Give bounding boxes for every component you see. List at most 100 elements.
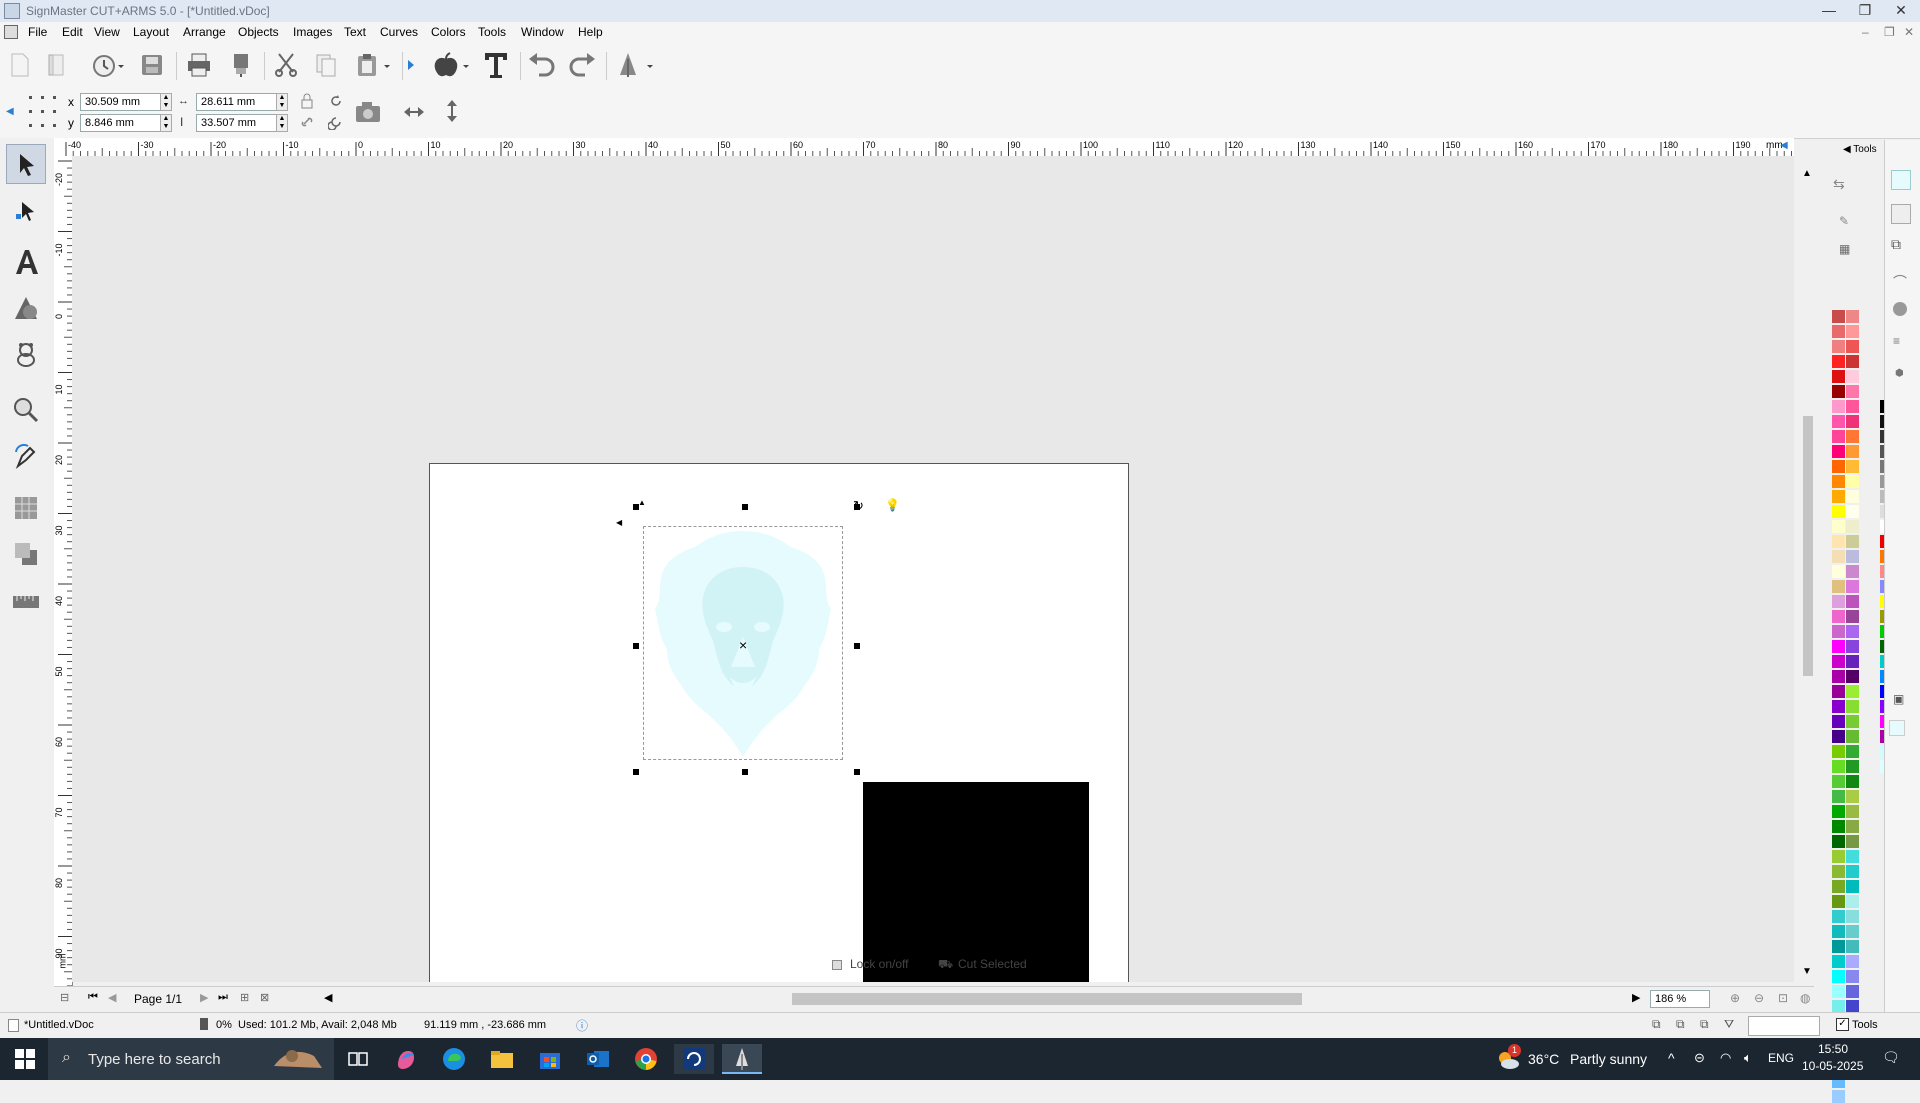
delete-page-icon[interactable]: ⊠ (260, 991, 269, 1004)
palette-swatch[interactable] (1846, 850, 1859, 863)
palette-swatch[interactable] (1846, 580, 1859, 593)
scroll-down-icon[interactable]: ▼ (1802, 966, 1812, 977)
status-input[interactable] (1748, 1016, 1820, 1036)
palette-swatch[interactable] (1832, 610, 1845, 623)
palette-swatch[interactable] (1832, 940, 1845, 953)
menu-images[interactable]: Images (293, 25, 332, 39)
palette-swatch[interactable] (1846, 640, 1859, 653)
last-page-icon[interactable]: ⏭ (218, 991, 228, 1004)
lock-icon[interactable] (832, 960, 842, 970)
document-icon[interactable] (4, 25, 18, 39)
copilot-icon[interactable] (386, 1044, 426, 1074)
cut-selected-button[interactable]: Cut Selected (958, 957, 1027, 971)
restore-button[interactable]: ❐ (1848, 0, 1882, 22)
docker-tool-c-icon[interactable]: ▦ (1839, 242, 1850, 256)
minimize-button[interactable]: — (1812, 0, 1846, 22)
palette-swatch[interactable] (1832, 745, 1845, 758)
palette-swatch[interactable] (1832, 430, 1845, 443)
palette-swatch[interactable] (1846, 940, 1859, 953)
weather-icon[interactable]: 1 (1496, 1044, 1521, 1072)
palette-swatch[interactable] (1832, 325, 1845, 338)
shape-tool-icon[interactable] (6, 288, 46, 328)
palette-swatch[interactable] (1832, 595, 1845, 608)
propbar-collapse-icon[interactable]: ◀ (6, 106, 14, 117)
resize-handle[interactable] (633, 643, 639, 649)
menu-objects[interactable]: Objects (238, 25, 279, 39)
palette-swatch[interactable] (1846, 310, 1859, 323)
palette-swatch[interactable] (1832, 355, 1845, 368)
skew-handle-icon[interactable]: ▲ (638, 498, 646, 507)
cutter-status-icon[interactable]: ⛛ (1724, 1017, 1734, 1032)
drawing-canvas[interactable]: × ↻ 💡 ▲ ◀ Lock on/off ⛟ Cut Selected (72, 156, 1794, 982)
cut-icon[interactable] (270, 50, 302, 80)
lock-ratio-icon[interactable] (300, 93, 314, 112)
palette-swatch[interactable] (1832, 955, 1845, 968)
tray-network-app-icon[interactable]: ⊝ (1694, 1050, 1705, 1066)
ruler-collapse-icon[interactable]: ◀ (1780, 140, 1788, 151)
palette-swatch[interactable] (1846, 505, 1859, 518)
resize-handle[interactable] (742, 504, 748, 510)
task-view-icon[interactable] (338, 1044, 378, 1074)
palette-swatch[interactable] (1832, 460, 1845, 473)
palette-swatch[interactable] (1846, 790, 1859, 803)
mdi-restore-icon[interactable]: ❐ (1884, 25, 1895, 39)
send-to-cutter-icon[interactable] (614, 50, 658, 80)
palette-swatch[interactable] (1846, 355, 1859, 368)
palette-swatch[interactable] (1832, 715, 1845, 728)
add-page-icon[interactable]: ⊞ (240, 991, 249, 1004)
docker-current-color[interactable] (1889, 720, 1905, 736)
docker-palette-icon[interactable]: ▣ (1893, 692, 1904, 706)
palette-swatch[interactable] (1846, 835, 1859, 848)
flip-vertical-icon[interactable] (444, 98, 460, 127)
menu-text[interactable]: Text (344, 25, 366, 39)
undo-icon[interactable] (526, 50, 558, 80)
y-position-field[interactable]: 8.846 mm (80, 114, 162, 132)
palette-swatch[interactable] (1846, 700, 1859, 713)
tray-chevron-icon[interactable]: ^ (1668, 1050, 1675, 1066)
flip-horizontal-icon[interactable] (402, 104, 426, 123)
measure-tool-icon[interactable] (6, 582, 46, 622)
zoom-tool-icon[interactable] (6, 390, 46, 430)
tray-language[interactable]: ENG (1768, 1051, 1794, 1065)
shapes-library-icon[interactable] (6, 334, 46, 374)
palette-swatch[interactable] (1846, 895, 1859, 908)
zoom-level-field[interactable]: 186 % (1650, 990, 1710, 1008)
zoom-in-icon[interactable]: ⊕ (1730, 991, 1740, 1005)
docker-brush-icon[interactable]: ⌒ (1893, 272, 1907, 292)
docker-lines-icon[interactable]: ≡ (1893, 334, 1900, 348)
palette-swatch[interactable] (1846, 955, 1859, 968)
palette-swatch[interactable] (1846, 760, 1859, 773)
apple-icon[interactable] (428, 50, 472, 80)
palette-swatch[interactable] (1846, 655, 1859, 668)
palette-swatch[interactable] (1832, 775, 1845, 788)
palette-swatch[interactable] (1846, 535, 1859, 548)
scroll-thumb[interactable] (1803, 416, 1813, 676)
document-page[interactable]: × ↻ 💡 ▲ ◀ (429, 463, 1129, 982)
palette-swatch[interactable] (1832, 550, 1845, 563)
docker-circle-icon[interactable] (1893, 302, 1907, 316)
docker-tool-b-icon[interactable]: ✎ (1839, 214, 1849, 228)
palette-swatch[interactable] (1846, 445, 1859, 458)
scroll-left-icon[interactable]: ◀ (324, 991, 332, 1004)
palette-swatch[interactable] (1846, 745, 1859, 758)
palette-swatch[interactable] (1832, 580, 1845, 593)
close-button[interactable]: ✕ (1884, 0, 1918, 22)
palette-swatch[interactable] (1846, 400, 1859, 413)
palette-swatch[interactable] (1832, 685, 1845, 698)
palette-swatch[interactable] (1832, 820, 1845, 833)
palette-swatch[interactable] (1832, 370, 1845, 383)
menu-arrange[interactable]: Arrange (183, 25, 226, 39)
palette-swatch[interactable] (1846, 430, 1859, 443)
palette-swatch[interactable] (1832, 835, 1845, 848)
palette-swatch[interactable] (1832, 895, 1845, 908)
app-swirl-icon[interactable] (674, 1044, 714, 1074)
width-field[interactable]: 28.611 mm (196, 93, 278, 111)
palette-swatch[interactable] (1846, 625, 1859, 638)
clock-time[interactable]: 15:50 (1818, 1042, 1848, 1056)
docker-edit-icon[interactable]: ⧉ (1891, 236, 1901, 253)
lock-toggle[interactable]: Lock on/off (850, 957, 909, 971)
vertical-scrollbar[interactable]: ▲ ▼ (1800, 156, 1816, 982)
view-mode-a-icon[interactable]: ⧉ (1652, 1017, 1661, 1032)
menu-tools[interactable]: Tools (478, 25, 506, 39)
palette-swatch[interactable] (1832, 805, 1845, 818)
